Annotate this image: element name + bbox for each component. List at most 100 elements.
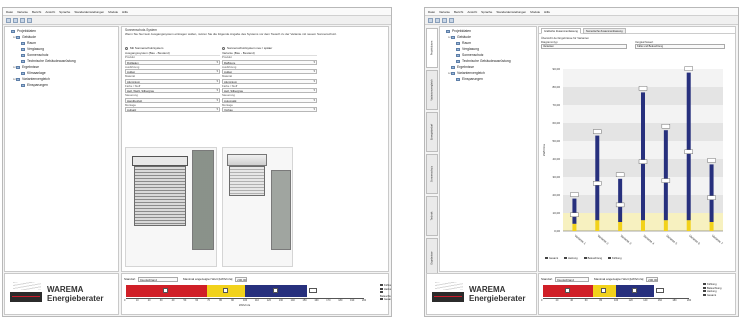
tree-item[interactable]: ⊟ Gebäude: [448, 35, 471, 40]
compare-value-select[interactable]: Kälte und Beleuchtung: [635, 44, 725, 49]
radio-existing[interactable]: Mit Sonnenschutzsystem: [125, 46, 163, 50]
x-tick-label: 40: [171, 299, 175, 302]
diagram-type-select[interactable]: Varianten: [541, 44, 627, 49]
menu-item[interactable]: Datei: [6, 10, 13, 14]
bar-segment: [543, 285, 593, 297]
tree-item[interactable]: Projektdaten: [8, 29, 36, 34]
menu-item[interactable]: Module: [108, 10, 118, 14]
glazing-icon: [21, 47, 25, 51]
legend-item: Beleuchtung: [583, 257, 602, 260]
x-tick-label: 170: [326, 299, 331, 302]
field-select[interactable]: Raffstore: [222, 59, 317, 65]
bar: [641, 92, 645, 221]
max-value-input[interactable]: 200,00: [646, 276, 659, 282]
project-icon: [11, 29, 15, 33]
navigation-tree: Projektdaten ⊟ Gebäude Raum Verglasung Sonnen…: [439, 26, 537, 272]
menu-item[interactable]: Sprache: [481, 10, 492, 14]
tree-item[interactable]: ⊟ Gebäude: [13, 35, 36, 40]
tree-item[interactable]: Projektdaten: [443, 29, 471, 34]
field-select[interactable]: Aluminium: [222, 78, 317, 84]
radio-icon[interactable]: [222, 46, 225, 50]
tree-item-label: Gebäude: [22, 35, 36, 39]
legend-item: Gesamt: [703, 294, 721, 298]
menu-item[interactable]: Bericht: [454, 10, 463, 14]
field-select[interactable]: Außen: [222, 69, 317, 74]
field-select[interactable]: Hell, Weiß, Silbergrau: [125, 88, 220, 93]
bar-segment: [206, 285, 245, 297]
field-select[interactable]: Außen: [125, 69, 220, 74]
tab-numeric-summary[interactable]: Numerische Zusammenfassung: [583, 28, 626, 34]
menu-item[interactable]: Hilfe: [122, 10, 128, 14]
bar-value-label: [163, 288, 169, 293]
tree-item-label: Sonnenschutz: [462, 53, 484, 57]
tree-item[interactable]: Technische Gebäudeausrüstung: [453, 59, 511, 64]
menu-item[interactable]: Variante: [17, 10, 28, 14]
tree-item[interactable]: Sonnenschutz: [18, 53, 49, 58]
open-file-icon[interactable]: [13, 18, 18, 23]
tree-item[interactable]: Einsparungen: [453, 77, 483, 82]
tree-item[interactable]: Raum: [453, 41, 471, 46]
technics-icon: [456, 59, 460, 63]
location-select[interactable]: Deutschland: [555, 276, 590, 282]
vertical-tab-label: Ergebnisse: [430, 251, 434, 265]
tree-item[interactable]: ⊟ Ergebnisse: [13, 65, 39, 70]
menu-item[interactable]: Standardeinstellungen: [496, 10, 526, 14]
menu-item[interactable]: Ansicht: [467, 10, 477, 14]
tree-item[interactable]: Ergebnisse: [448, 65, 474, 70]
field-select[interactable]: Hell, Silbergrau: [222, 88, 317, 93]
vertical-tab[interactable]: Technik: [426, 196, 438, 236]
menu-item[interactable]: Hilfe: [544, 10, 550, 14]
radio-new[interactable]: Sonnenschutzsystem neu / später: [222, 46, 272, 50]
field-select[interactable]: Automatik: [222, 97, 317, 103]
vertical-tab[interactable]: Variantenvergleich: [426, 70, 438, 110]
field-select[interactable]: Aluminium: [125, 78, 220, 84]
save-icon[interactable]: [20, 18, 25, 23]
menu-item[interactable]: Datei: [428, 10, 435, 14]
tree-item[interactable]: Klimaanlage: [18, 71, 46, 76]
tree-item[interactable]: Sonnenschutz: [453, 53, 484, 58]
legend-swatch: [703, 286, 706, 289]
vertical-tab[interactable]: Projektdaten: [426, 28, 438, 68]
field-select[interactable]: Aufsatz: [125, 107, 220, 112]
tree-item[interactable]: Verglasung: [18, 47, 44, 52]
vertical-tab[interactable]: Energiebedarf: [426, 112, 438, 152]
tab-graphic-summary[interactable]: Grafische Zusammenfassung: [541, 28, 581, 34]
menu-item[interactable]: Variante: [439, 10, 450, 14]
legend-item: Gesamt: [545, 257, 558, 260]
menu-item[interactable]: Sprache: [59, 10, 70, 14]
navigation-tree: Projektdaten ⊟ Gebäude Raum Verglasung Sonnen…: [4, 26, 119, 272]
vertical-tab[interactable]: Sonnenschutz: [426, 154, 438, 194]
radio-icon[interactable]: [125, 46, 128, 50]
undo-icon[interactable]: [27, 18, 32, 23]
bar-value-label: [601, 288, 607, 293]
menu-item[interactable]: Module: [530, 10, 540, 14]
undo-icon[interactable]: [449, 18, 454, 23]
tree-item[interactable]: Technische Gebäudeausrüstung: [18, 59, 76, 64]
new-file-icon[interactable]: [6, 18, 11, 23]
sunshade-editor: Sonnenschutz-System Wenn Sie hier kein A…: [121, 26, 389, 272]
vertical-tab[interactable]: Ergebnisse: [426, 238, 438, 278]
save-icon[interactable]: [442, 18, 447, 23]
bar-value-marker: [570, 212, 579, 218]
x-tick-label: 20: [147, 299, 151, 302]
location-select[interactable]: Deutschland: [138, 276, 179, 282]
open-file-icon[interactable]: [435, 18, 440, 23]
tree-item[interactable]: Verglasung: [453, 47, 479, 52]
new-file-icon[interactable]: [428, 18, 433, 23]
menu-item[interactable]: Standardeinstellungen: [74, 10, 104, 14]
y-tick-label: 0,00: [554, 229, 560, 233]
field-select[interactable]: Rollladen: [125, 59, 220, 65]
tree-item[interactable]: ⊟ Variantenvergleich: [448, 71, 485, 76]
field-select[interactable]: Handbetrieb: [125, 97, 220, 103]
legend-item: Gesamt: [380, 298, 391, 302]
tree-item-label: Projektdaten: [452, 29, 472, 33]
tree-item[interactable]: Einsparungen: [18, 83, 48, 88]
tree-item[interactable]: Raum: [18, 41, 36, 46]
tree-item-label: Gebäude: [457, 35, 471, 39]
field-select[interactable]: Vorbau: [222, 107, 317, 112]
menu-item[interactable]: Bericht: [32, 10, 41, 14]
tree-item[interactable]: ⊟ Variantenvergleich: [13, 77, 50, 82]
savings-icon: [21, 83, 25, 87]
menu-item[interactable]: Ansicht: [45, 10, 55, 14]
max-value-input[interactable]: 200,00: [235, 276, 248, 282]
